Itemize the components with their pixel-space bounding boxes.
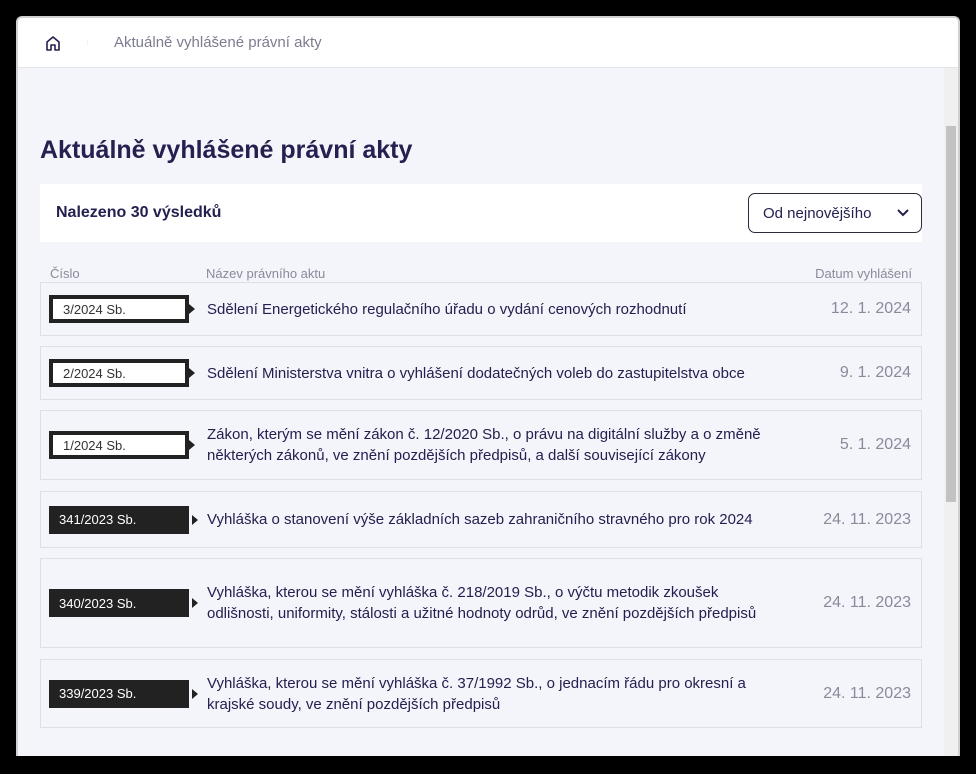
table-row[interactable]: 341/2023 Sb. Vyhláška o stanovení výše z… [40,491,922,548]
table-row[interactable]: 339/2023 Sb. Vyhláška, kterou se mění vy… [40,659,922,728]
act-date: 24. 11. 2023 [823,510,911,528]
browser-window: Aktuálně vyhlášené právní akty Aktuálně … [16,16,960,756]
home-icon [45,35,60,51]
table-row[interactable]: 340/2023 Sb. Vyhláška, kterou se mění vy… [40,558,922,648]
table-row[interactable]: 3/2024 Sb. Sdělení Energetického regulač… [40,282,922,336]
table-row[interactable]: 2/2024 Sb. Sdělení Ministerstva vnitra o… [40,346,922,400]
act-number-badge: 1/2024 Sb. [49,431,195,459]
act-number-badge: 341/2023 Sb. [49,505,198,534]
table-row[interactable]: 1/2024 Sb. Zákon, kterým se mění zákon č… [40,410,922,480]
act-date: 5. 1. 2024 [839,436,911,453]
sort-select[interactable]: Od nejnovějšího [748,193,922,233]
act-number-badge: 340/2023 Sb. [49,589,198,617]
act-name-link[interactable]: Sdělení Energetického regulačního úřadu … [207,299,777,320]
act-date: 9. 1. 2024 [839,364,911,381]
act-number-badge: 2/2024 Sb. [49,359,195,387]
breadcrumb-current: Aktuálně vyhlášené právní akty [114,34,322,51]
act-date: 12. 1. 2024 [830,300,911,317]
column-number: Číslo [50,266,80,281]
act-name-link[interactable]: Vyhláška o stanovení výše základních saz… [207,509,777,530]
act-number-badge: 3/2024 Sb. [49,295,195,323]
page-title: Aktuálně vyhlášené právní akty [40,136,413,164]
scrollbar[interactable] [944,68,958,756]
breadcrumb: Aktuálně vyhlášené právní akty [18,18,958,68]
sort-selected: Od nejnovějšího [763,204,872,222]
act-name-link[interactable]: Sdělení Ministerstva vnitra o vyhlášení … [207,363,777,384]
column-date: Datum vyhlášení [815,266,912,281]
act-number-badge: 339/2023 Sb. [49,679,198,708]
scrollbar-thumb[interactable] [946,126,956,502]
column-name: Název právního aktu [206,266,326,281]
act-date: 24. 11. 2023 [823,594,911,611]
act-date: 24. 11. 2023 [823,684,911,702]
act-name-link[interactable]: Vyhláška, kterou se mění vyhláška č. 218… [207,582,777,624]
results-count: Nalezeno 30 výsledků [56,204,222,221]
chevron-down-icon [897,209,909,217]
act-name-link[interactable]: Vyhláška, kterou se mění vyhláška č. 37/… [207,673,777,715]
home-button[interactable] [18,18,88,68]
results-bar: Nalezeno 30 výsledků Od nejnovějšího [40,184,922,242]
act-name-link[interactable]: Zákon, kterým se mění zákon č. 12/2020 S… [207,424,777,466]
